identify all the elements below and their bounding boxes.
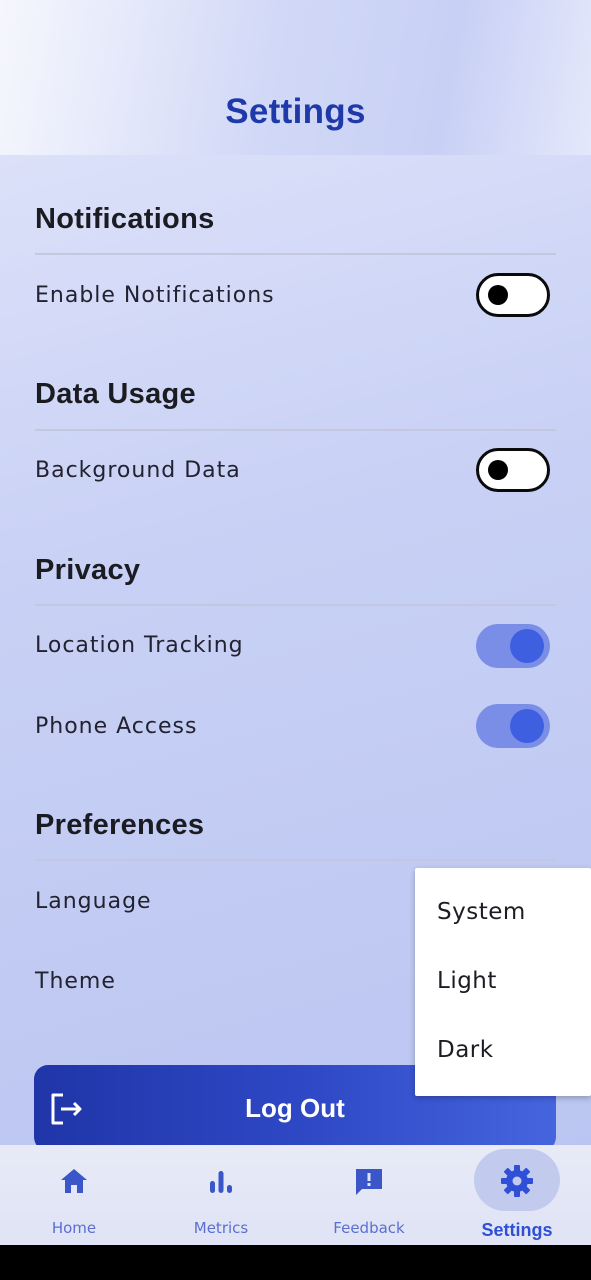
location-tracking-toggle[interactable] [476, 624, 550, 668]
nav-label-metrics: Metrics [193, 1219, 249, 1237]
theme-option-system[interactable]: System [437, 899, 526, 925]
toggle-knob [488, 285, 508, 305]
enable-notifications-label: Enable Notifications [35, 283, 275, 308]
section-title-notifications: Notifications [35, 203, 215, 235]
nav-item-home[interactable]: Home [4, 1145, 144, 1245]
enable-notifications-toggle[interactable] [476, 273, 550, 317]
nav-label-home: Home [51, 1219, 97, 1237]
bar-chart-icon [206, 1167, 236, 1199]
home-icon [59, 1167, 89, 1199]
system-navigation-bar [0, 1245, 591, 1280]
nav-item-metrics[interactable]: Metrics [151, 1145, 291, 1245]
theme-dropdown-menu: System Light Dark [415, 868, 591, 1096]
feedback-icon [353, 1167, 385, 1201]
nav-item-feedback[interactable]: Feedback [299, 1145, 439, 1245]
toggle-knob [510, 629, 544, 663]
divider [35, 859, 556, 861]
nav-label-settings: Settings [481, 1220, 553, 1240]
divider [35, 429, 556, 431]
nav-label-feedback: Feedback [333, 1219, 405, 1237]
phone-access-toggle[interactable] [476, 704, 550, 748]
divider [35, 604, 556, 606]
divider [35, 253, 556, 255]
location-tracking-label: Location Tracking [35, 633, 244, 658]
page-title: Settings [225, 92, 366, 131]
logout-label: Log Out [245, 1093, 345, 1123]
app-header: Settings [0, 0, 591, 155]
theme-option-light[interactable]: Light [437, 968, 497, 994]
language-label[interactable]: Language [35, 889, 152, 914]
background-data-label: Background Data [35, 458, 241, 483]
nav-item-settings[interactable]: Settings [447, 1145, 587, 1245]
section-title-data-usage: Data Usage [35, 378, 196, 410]
phone-access-label: Phone Access [35, 714, 198, 739]
theme-label[interactable]: Theme [35, 969, 116, 994]
toggle-knob [488, 460, 508, 480]
background-data-toggle[interactable] [476, 448, 550, 492]
toggle-knob [510, 709, 544, 743]
section-title-preferences: Preferences [35, 809, 205, 841]
gear-icon [499, 1163, 535, 1203]
section-title-privacy: Privacy [35, 554, 141, 586]
theme-option-dark[interactable]: Dark [437, 1037, 494, 1063]
